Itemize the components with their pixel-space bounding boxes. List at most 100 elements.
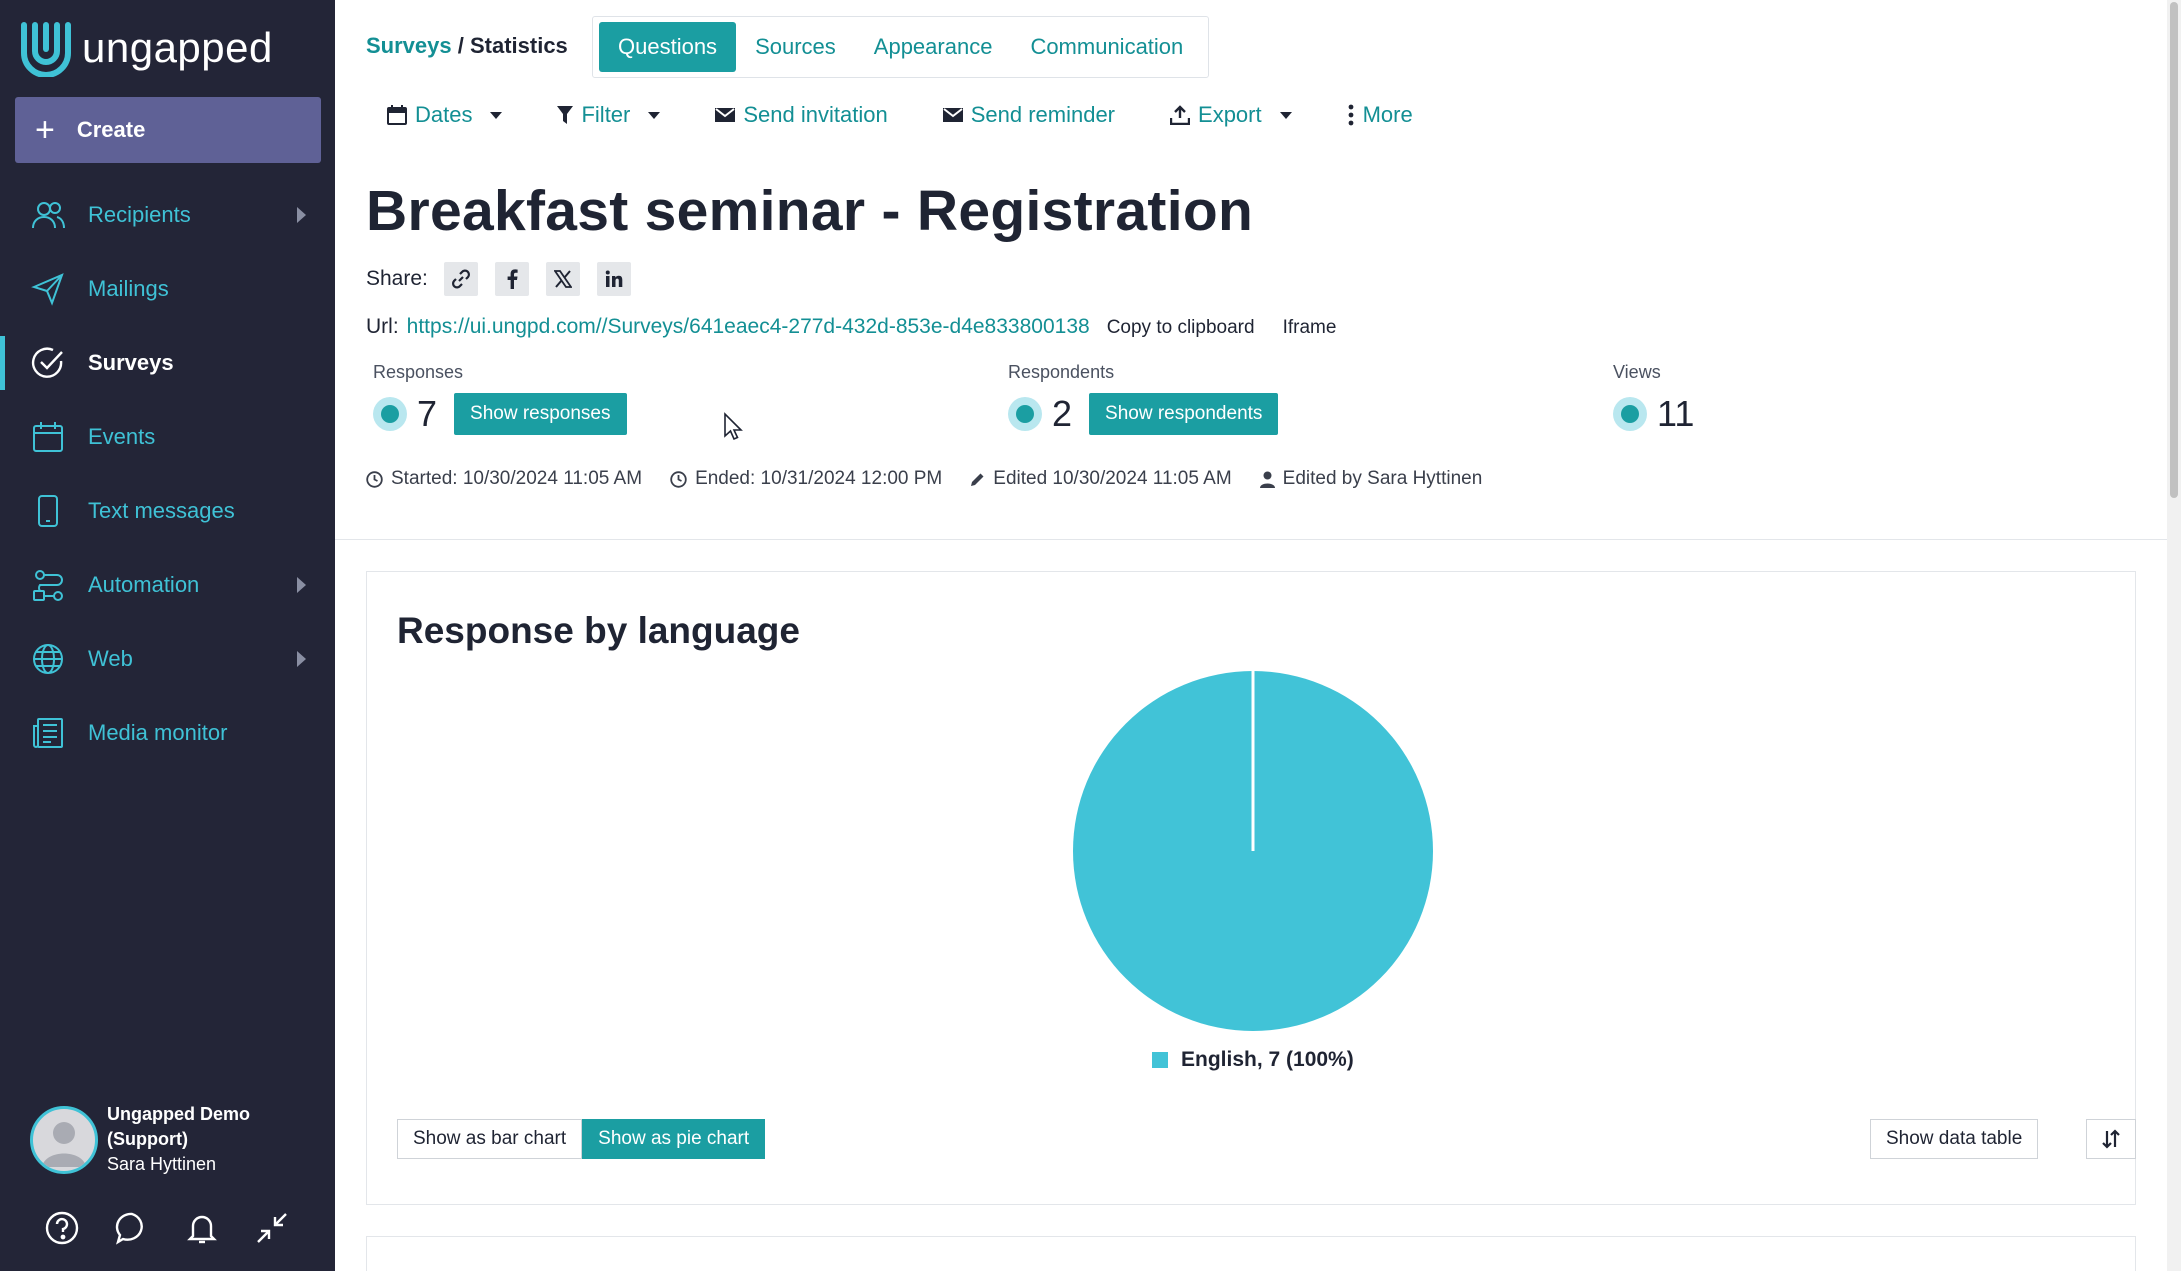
linkedin-icon[interactable] (596, 262, 631, 296)
sidebar-item-label: Media monitor (88, 720, 228, 745)
show-bar-chart-button[interactable]: Show as bar chart (397, 1119, 583, 1159)
link-icon[interactable] (443, 262, 478, 296)
user-profile[interactable]: Ungapped Demo (Support) Sara Hyttinen (30, 1102, 250, 1177)
chart-type-toggle: Show as bar chart Show as pie chart (397, 1119, 766, 1159)
send-reminder-label: Send reminder (970, 102, 1116, 127)
send-invitation-button[interactable]: Send invitation (715, 102, 888, 128)
show-pie-chart-button[interactable]: Show as pie chart (582, 1119, 766, 1159)
tab-communication[interactable]: Communication (1011, 22, 1202, 72)
sidebar-item-web[interactable]: Web (0, 622, 335, 696)
show-respondents-button[interactable]: Show respondents (1089, 393, 1279, 435)
show-data-table-button[interactable]: Show data table (1870, 1119, 2039, 1159)
sidebar-bottom-icons (42, 1208, 292, 1248)
user-company-sub: (Support) (107, 1129, 188, 1149)
responses-stat: Responses 7 Show responses (373, 362, 627, 435)
survey-url-link[interactable]: https://ui.ungpd.com//Surveys/641eaec4-2… (407, 315, 1090, 339)
globe-icon (30, 641, 66, 677)
sidebar-item-automation[interactable]: Automation (0, 548, 335, 622)
responses-count: 7 (417, 393, 438, 434)
breadcrumb-current: Statistics (469, 33, 568, 58)
export-icon (1170, 105, 1191, 125)
tab-sources[interactable]: Sources (736, 22, 855, 72)
iframe-button[interactable]: Iframe (1283, 317, 1337, 339)
more-menu[interactable]: More (1347, 102, 1413, 128)
check-circle-icon (30, 345, 66, 381)
copy-to-clipboard-button[interactable]: Copy to clipboard (1107, 317, 1255, 339)
clock-icon (670, 470, 687, 488)
next-card (366, 1236, 2136, 1271)
scrollbar-thumb[interactable] (2170, 2, 2178, 498)
main-content: Surveys / Statistics Questions Sources A… (335, 0, 2181, 1271)
tab-questions[interactable]: Questions (599, 22, 737, 72)
help-icon[interactable] (42, 1208, 82, 1248)
chevron-right-icon (297, 577, 306, 593)
user-name: Sara Hyttinen (107, 1154, 217, 1174)
breadcrumb-separator: / (451, 33, 470, 58)
avatar (30, 1105, 98, 1174)
show-responses-button[interactable]: Show responses (454, 393, 627, 435)
status-dot-icon (373, 397, 407, 431)
sidebar-item-label: Events (88, 424, 156, 449)
legend-item-label: English, 7 (100%) (1181, 1048, 1354, 1071)
calendar-icon (387, 105, 407, 125)
tab-bar: Questions Sources Appearance Communicati… (592, 16, 1210, 78)
url-row: Url: https://ui.ungpd.com//Surveys/641ea… (366, 315, 1336, 339)
chevron-right-icon (297, 651, 306, 667)
filter-dropdown[interactable]: Filter (557, 102, 661, 128)
plus-icon: + (35, 111, 55, 149)
respondents-stat: Respondents 2 Show respondents (1008, 362, 1279, 435)
page-title: Breakfast seminar - Registration (366, 179, 1254, 243)
facebook-icon[interactable] (494, 262, 529, 296)
export-label: Export (1198, 102, 1262, 127)
chat-icon[interactable] (112, 1208, 152, 1248)
mouse-cursor-icon (724, 412, 743, 441)
more-vertical-icon (1348, 104, 1354, 126)
respondents-label: Respondents (1008, 362, 1115, 382)
sidebar-item-label: Mailings (88, 276, 169, 301)
create-button[interactable]: + Create (15, 97, 321, 163)
sidebar-item-surveys[interactable]: Surveys (0, 326, 335, 400)
envelope-icon (942, 108, 963, 122)
caret-down-icon (490, 111, 503, 119)
status-dot-icon (1613, 397, 1647, 431)
pie-chart (1073, 671, 1433, 1031)
user-info: Ungapped Demo (Support) Sara Hyttinen (107, 1102, 250, 1177)
sidebar-nav: Recipients Mailings Surveys Events Text … (0, 178, 335, 770)
dates-dropdown[interactable]: Dates (387, 102, 503, 128)
started-text: Started: 10/30/2024 11:05 AM (391, 468, 643, 489)
sidebar-item-events[interactable]: Events (0, 400, 335, 474)
bell-icon[interactable] (182, 1208, 222, 1248)
edited-by-text: Edited by Sara Hyttinen (1282, 468, 1483, 489)
status-dot-icon (1008, 397, 1042, 431)
sidebar-item-label: Text messages (88, 498, 235, 523)
sidebar-item-media-monitor[interactable]: Media monitor (0, 696, 335, 770)
chevron-right-icon (297, 207, 306, 223)
tab-appearance[interactable]: Appearance (855, 22, 1012, 72)
send-reminder-button[interactable]: Send reminder (942, 102, 1116, 128)
views-count: 11 (1657, 393, 1695, 434)
people-icon (30, 197, 66, 233)
sidebar-item-label: Recipients (88, 202, 191, 227)
export-dropdown[interactable]: Export (1170, 102, 1292, 128)
ungapped-logo-icon (21, 22, 71, 77)
sidebar-item-mailings[interactable]: Mailings (0, 252, 335, 326)
edited-by-meta: Edited by Sara Hyttinen (1259, 468, 1483, 490)
url-label: Url: (366, 315, 399, 338)
sidebar-item-text-messages[interactable]: Text messages (0, 474, 335, 548)
caret-down-icon (648, 111, 661, 119)
x-icon[interactable] (545, 262, 580, 296)
sidebar-item-label: Automation (88, 572, 200, 597)
views-stat: Views 11 (1613, 362, 1694, 435)
breadcrumb-surveys-link[interactable]: Surveys (366, 33, 452, 58)
pencil-icon (971, 473, 984, 486)
logo[interactable]: ungapped (18, 18, 273, 78)
sort-icon[interactable] (2086, 1119, 2136, 1159)
logo-text: ungapped (82, 24, 273, 71)
scrollbar[interactable] (2167, 0, 2181, 1271)
newspaper-icon (30, 715, 66, 751)
survey-meta: Started: 10/30/2024 11:05 AM Ended: 10/3… (366, 468, 1510, 490)
collapse-icon[interactable] (252, 1208, 292, 1248)
sidebar-item-recipients[interactable]: Recipients (0, 178, 335, 252)
edited-text: Edited 10/30/2024 11:05 AM (993, 468, 1232, 489)
filter-label: Filter (581, 102, 631, 127)
